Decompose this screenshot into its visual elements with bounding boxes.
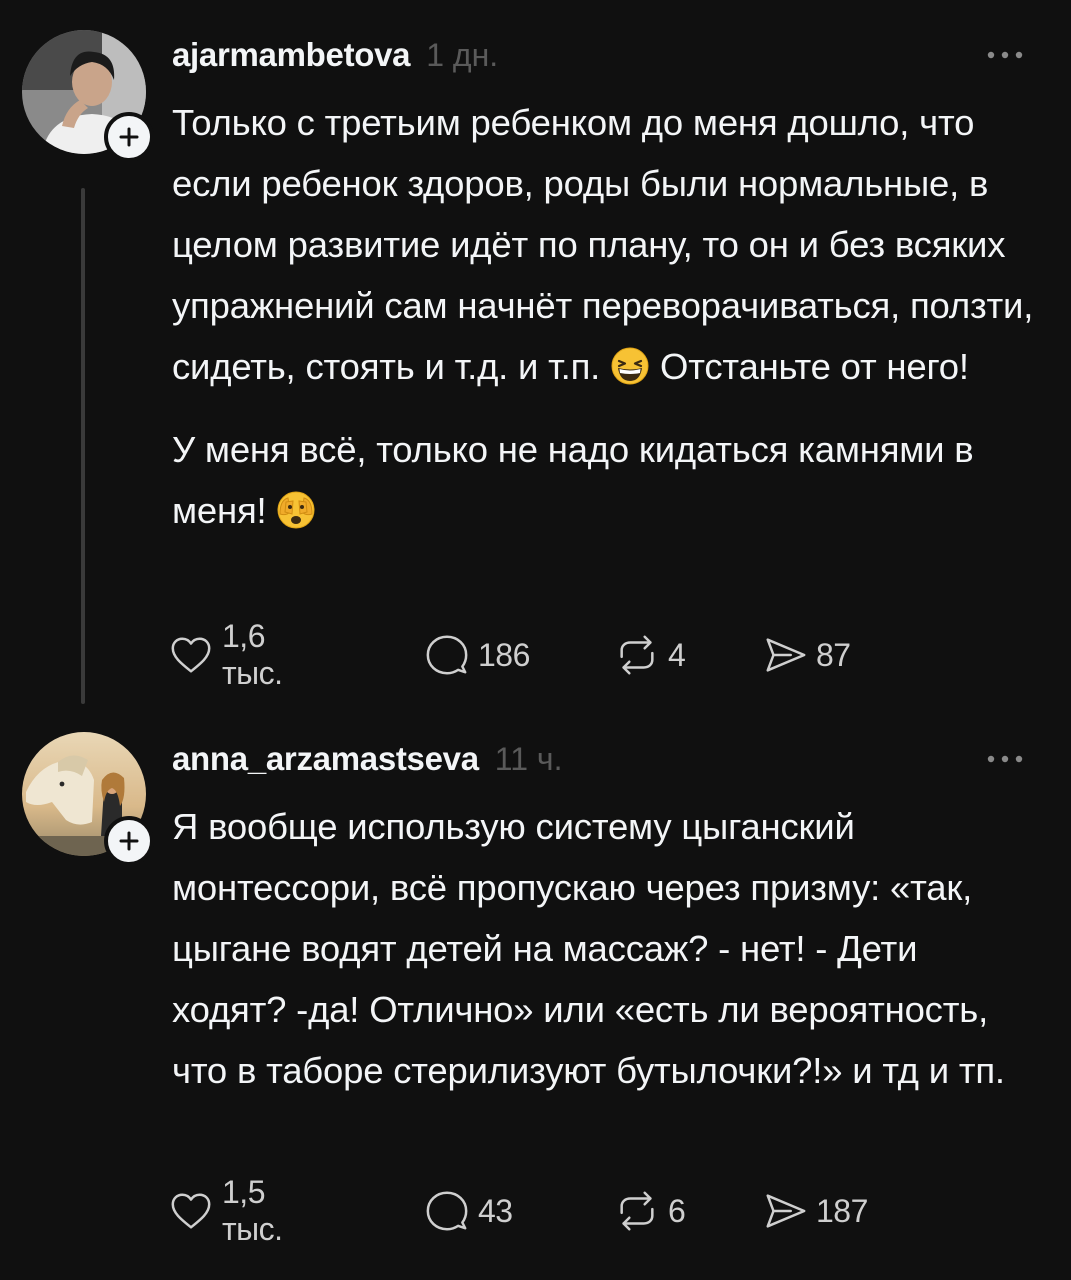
- thread-post: ajarmambetova 1 дн. Только с третьим реб…: [0, 0, 1071, 718]
- reply-button[interactable]: 186: [424, 630, 530, 680]
- reply-button[interactable]: 43: [424, 1186, 513, 1236]
- post-paragraph: Только с третьим ребенком до меня дошло,…: [172, 102, 1034, 387]
- repost-button[interactable]: 6: [614, 1186, 686, 1236]
- plus-icon: [119, 127, 139, 147]
- repost-count: 6: [668, 1192, 686, 1229]
- post-paragraph: У меня всё, только не надо кидаться камн…: [172, 429, 974, 531]
- like-count: 1,5 тыс.: [222, 1174, 283, 1247]
- timestamp: 11 ч.: [494, 740, 563, 777]
- share-button[interactable]: 87: [762, 630, 851, 680]
- follow-button[interactable]: [104, 112, 154, 162]
- speech-bubble-icon: [426, 1191, 468, 1231]
- post-header: anna_arzamastseva 11 ч.: [172, 734, 1031, 784]
- post-body: Только с третьим ребенком до меня дошло,…: [172, 92, 1041, 541]
- speech-bubble-icon: [426, 635, 468, 675]
- post-header: ajarmambetova 1 дн.: [172, 30, 1031, 80]
- username[interactable]: anna_arzamastseva: [172, 740, 479, 778]
- plus-icon: [119, 831, 139, 851]
- username[interactable]: ajarmambetova: [172, 36, 411, 74]
- send-icon: [766, 1194, 806, 1228]
- thread-line: [81, 188, 85, 704]
- share-count: 87: [816, 636, 851, 673]
- heart-icon: [171, 637, 211, 673]
- post-paragraph: Я вообще использую систему цыганский мон…: [172, 806, 1005, 1091]
- timestamp: 1 дн.: [426, 36, 499, 73]
- reply-count: 43: [478, 1192, 513, 1229]
- repost-button[interactable]: 4: [614, 630, 686, 680]
- ellipsis-icon: [987, 51, 1023, 59]
- face-with-peeking-eye-emoji: [276, 490, 316, 530]
- reply-count: 186: [478, 636, 530, 673]
- like-button[interactable]: 1,6 тыс.: [168, 618, 283, 691]
- more-options-button[interactable]: [983, 742, 1027, 776]
- heart-icon: [171, 1193, 211, 1229]
- like-count: 1,6 тыс.: [222, 618, 283, 691]
- share-button[interactable]: 187: [762, 1186, 868, 1236]
- more-options-button[interactable]: [983, 38, 1027, 72]
- share-count: 187: [816, 1192, 868, 1229]
- ellipsis-icon: [987, 755, 1023, 763]
- send-icon: [766, 638, 806, 672]
- like-button[interactable]: 1,5 тыс.: [168, 1174, 283, 1247]
- repost-arrows-icon: [620, 1191, 654, 1231]
- follow-button[interactable]: [104, 816, 154, 866]
- repost-count: 4: [668, 636, 686, 673]
- post-body: Я вообще использую систему цыганский мон…: [172, 796, 1041, 1101]
- repost-arrows-icon: [620, 635, 654, 675]
- grinning-squinting-face-emoji: [610, 346, 650, 386]
- thread-post: anna_arzamastseva 11 ч. Я вообще использ…: [0, 718, 1071, 1280]
